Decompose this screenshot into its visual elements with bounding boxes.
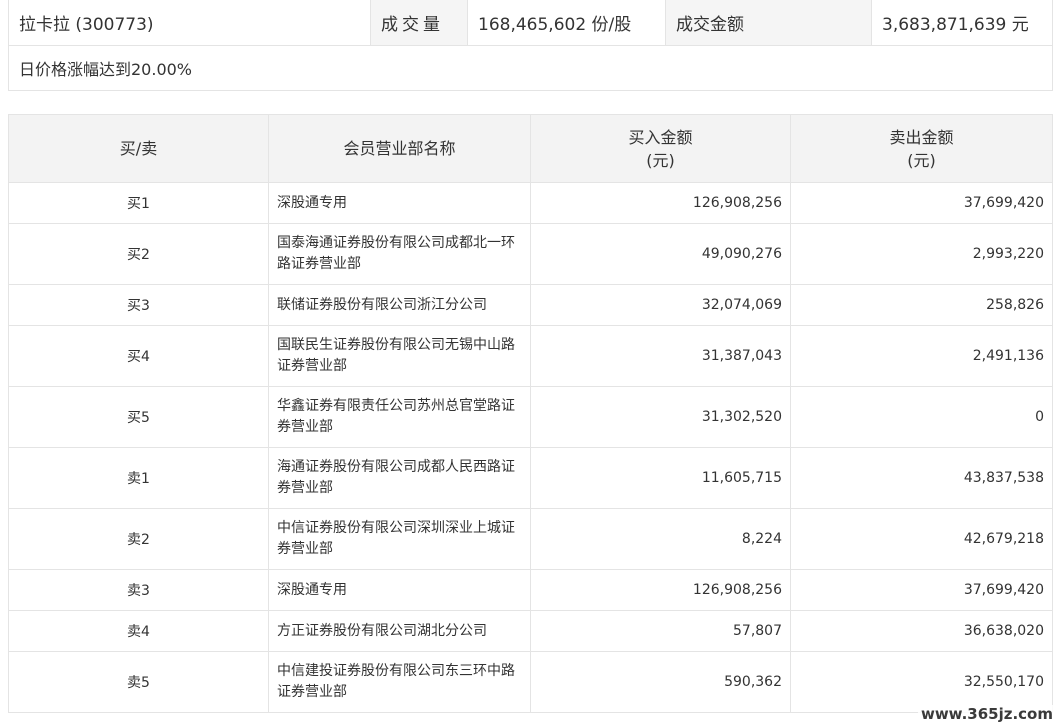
row-side: 买2 [8,223,269,285]
row-sell: 36,638,020 [790,610,1053,652]
broker-line-1: 海通证券股份有限公司成都人民西路证 [277,459,515,475]
broker-line-2: 路证券营业部 [277,256,361,272]
row-buy: 31,387,043 [530,325,791,387]
table-header-row: 买/卖 会员营业部名称 买入金额 (元) 卖出金额 (元) [8,114,1053,183]
row-sell: 0 [790,386,1053,448]
row-broker: 华鑫证券有限责任公司苏州总官堂路证 券营业部 [268,386,531,448]
broker-line-1: 中信证券股份有限公司深圳深业上城证 [277,520,515,536]
table-row: 卖1 海通证券股份有限公司成都人民西路证 券营业部 11,605,715 43,8… [8,447,1053,509]
row-side: 买1 [8,182,269,224]
row-broker: 深股通专用 [268,182,531,224]
table-row: 买1 深股通专用 126,908,256 37,699,420 [8,182,1053,224]
broker-line-1: 方正证券股份有限公司湖北分公司 [277,622,487,639]
row-side: 卖1 [8,447,269,509]
row-sell: 2,993,220 [790,223,1053,285]
summary-row: 拉卡拉 (300773) 成交量 168,465,602 份/股 成交金额 3,… [8,0,1053,46]
table-row: 卖2 中信证券股份有限公司深圳深业上城证 券营业部 8,224 42,679,21… [8,508,1053,570]
row-sell: 2,491,136 [790,325,1053,387]
header-buy-label: 买入金额 [628,127,693,147]
amount-label: 成交金额 [665,0,872,46]
broker-line-1: 国联民生证券股份有限公司无锡中山路 [277,337,515,353]
broker-line-2: 证券营业部 [277,358,347,374]
row-side: 卖5 [8,651,269,713]
row-broker: 方正证券股份有限公司湖北分公司 [268,610,531,652]
table-row: 买4 国联民生证券股份有限公司无锡中山路 证券营业部 31,387,043 2,4… [8,325,1053,387]
table-row: 卖5 中信建投证券股份有限公司东三环中路 证券营业部 590,362 32,550… [8,651,1053,713]
row-sell: 37,699,420 [790,182,1053,224]
broker-line-1: 中信建投证券股份有限公司东三环中路 [277,663,515,679]
row-sell: 258,826 [790,284,1053,326]
row-sell: 42,679,218 [790,508,1053,570]
broker-line-2: 券营业部 [277,480,333,496]
row-buy: 57,807 [530,610,791,652]
row-buy: 32,074,069 [530,284,791,326]
broker-line-2: 券营业部 [277,419,333,435]
row-broker: 深股通专用 [268,569,531,611]
row-sell: 32,550,170 [790,651,1053,713]
broker-line-1: 深股通专用 [277,581,347,598]
table-row: 卖3 深股通专用 126,908,256 37,699,420 [8,569,1053,611]
row-side: 买5 [8,386,269,448]
reason-row: 日价格涨幅达到20.00% [8,44,1053,91]
broker-line-2: 券营业部 [277,541,333,557]
row-buy: 11,605,715 [530,447,791,509]
table-row: 买5 华鑫证券有限责任公司苏州总官堂路证 券营业部 31,302,520 0 [8,386,1053,448]
row-buy: 8,224 [530,508,791,570]
broker-line-1: 国泰海通证券股份有限公司成都北一环 [277,235,515,251]
row-sell: 43,837,538 [790,447,1053,509]
row-buy: 49,090,276 [530,223,791,285]
header-sell-amount: 卖出金额 (元) [790,114,1053,183]
broker-line-2: 证券营业部 [277,684,347,700]
row-buy: 590,362 [530,651,791,713]
row-buy: 126,908,256 [530,182,791,224]
row-broker: 海通证券股份有限公司成都人民西路证 券营业部 [268,447,531,509]
header-buy-amount: 买入金额 (元) [530,114,791,183]
stock-summary-table: 拉卡拉 (300773) 成交量 168,465,602 份/股 成交金额 3,… [8,0,1053,91]
row-side: 买3 [8,284,269,326]
row-broker: 国泰海通证券股份有限公司成都北一环 路证券营业部 [268,223,531,285]
row-side: 卖2 [8,508,269,570]
row-side: 卖4 [8,610,269,652]
broker-line-1: 深股通专用 [277,194,347,211]
header-broker: 会员营业部名称 [268,114,531,183]
row-side: 买4 [8,325,269,387]
header-buy-unit: (元) [646,150,675,170]
trading-detail-table: 买/卖 会员营业部名称 买入金额 (元) 卖出金额 (元) 买1 深股通专用 1… [8,114,1053,713]
stock-name: 拉卡拉 (300773) [8,0,371,46]
table-row: 卖4 方正证券股份有限公司湖北分公司 57,807 36,638,020 [8,610,1053,652]
row-buy: 31,302,520 [530,386,791,448]
row-buy: 126,908,256 [530,569,791,611]
site-watermark: www.365jz.com [917,705,1056,723]
header-sell-unit: (元) [907,150,936,170]
row-broker: 国联民生证券股份有限公司无锡中山路 证券营业部 [268,325,531,387]
row-side: 卖3 [8,569,269,611]
broker-line-1: 华鑫证券有限责任公司苏州总官堂路证 [277,398,515,414]
row-broker: 联储证券股份有限公司浙江分公司 [268,284,531,326]
table-row: 买3 联储证券股份有限公司浙江分公司 32,074,069 258,826 [8,284,1053,326]
table-row: 买2 国泰海通证券股份有限公司成都北一环 路证券营业部 49,090,276 2,… [8,223,1053,285]
row-broker: 中信证券股份有限公司深圳深业上城证 券营业部 [268,508,531,570]
broker-line-1: 联储证券股份有限公司浙江分公司 [277,296,487,313]
volume-label: 成交量 [370,0,468,46]
header-sell-label: 卖出金额 [889,127,954,147]
row-sell: 37,699,420 [790,569,1053,611]
listing-reason: 日价格涨幅达到20.00% [8,44,1053,91]
row-broker: 中信建投证券股份有限公司东三环中路 证券营业部 [268,651,531,713]
amount-value: 3,683,871,639 元 [871,0,1053,46]
header-side: 买/卖 [8,114,269,183]
volume-value: 168,465,602 份/股 [467,0,666,46]
